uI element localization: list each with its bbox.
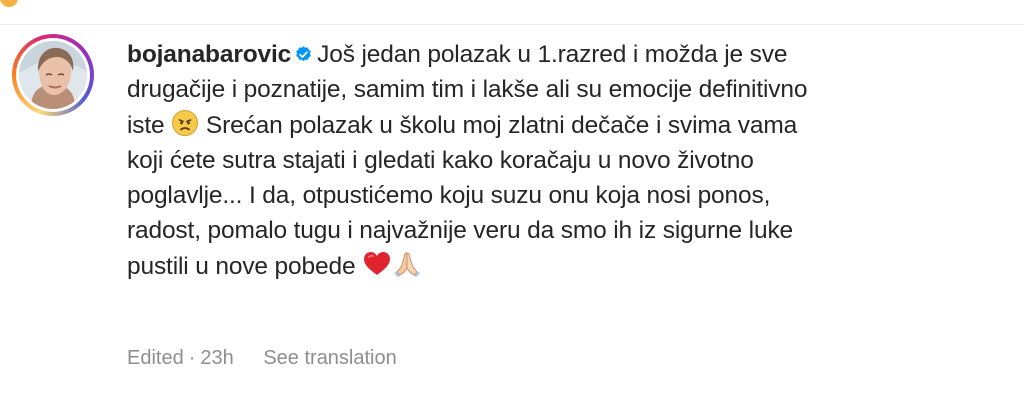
meta-separator: · <box>188 347 196 369</box>
see-translation-button[interactable]: See translation <box>263 347 396 369</box>
comment-text-line-3: iste <box>127 111 165 139</box>
red-heart-emoji-icon <box>362 250 392 278</box>
comment-line-8: pustili u nove pobede <box>127 249 987 284</box>
avatar-image <box>19 41 87 109</box>
verified-badge-icon <box>294 45 313 64</box>
comment-meta: Edited · 23h See translation <box>127 347 397 370</box>
comment-text-line-1: Još jedan polazak u 1.razred i možda je … <box>317 41 788 68</box>
folded-hands-emoji-icon <box>392 250 422 278</box>
comment-text-line-2: drugačije i poznatije, samim tim i lakše… <box>127 76 808 104</box>
timestamp[interactable]: 23h <box>200 347 233 369</box>
comment-body: bojanabarovic Još jedan polazak u 1.razre… <box>127 37 987 284</box>
comment-text-line-6: poglavlje... I da, otpustićemo koju suzu… <box>127 182 771 210</box>
comment-text-line-7: radost, pomalo tugu i najvažnije veru da… <box>127 217 794 245</box>
comment-text-line-5: koji ćete sutra stajati i gledati kako k… <box>127 146 754 174</box>
avatar-story-ring[interactable] <box>12 34 94 116</box>
previous-post-edge <box>0 0 1024 20</box>
edited-label: Edited <box>127 347 184 369</box>
avatar[interactable] <box>19 41 87 109</box>
sad-face-emoji-icon <box>171 109 199 137</box>
comment-text-line-4: Srećan polazak u školu moj zlatni dečače… <box>205 111 798 139</box>
username-link[interactable]: bojanabarovic <box>127 41 291 68</box>
comment-line-3: iste Srećan polazak u školu moj zlatni d… <box>127 108 987 143</box>
comment-line-1: bojanabarovic Još jedan polazak u 1.razre… <box>127 37 987 72</box>
notification-dot <box>0 0 18 7</box>
comment-text-line-8: pustili u nove pobede <box>127 252 356 280</box>
